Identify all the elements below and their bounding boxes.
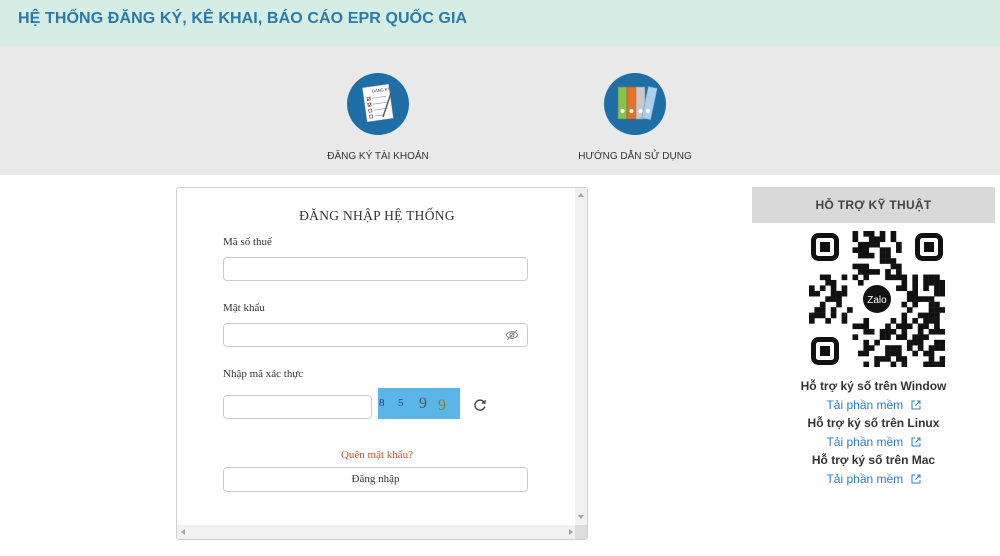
scrollbar-corner [575,525,587,539]
download-linux-link[interactable]: Tải phần mềm [752,435,995,449]
captcha-image: 8 5 9 9 [378,388,460,419]
captcha-digit: 9 [438,397,446,414]
scroll-left-icon[interactable] [181,529,185,535]
horizontal-scrollbar[interactable] [177,525,577,539]
captcha-input[interactable] [223,395,372,419]
support-windows-title: Hỗ trợ ký số trên Window [800,379,947,393]
forgot-password-link[interactable]: Quên mật khẩu? [177,449,577,461]
technical-support-panel: HỖ TRỢ KỸ THUẬT Zalo Hỗ trợ ký số trên W… [752,187,995,486]
captcha-digit: 8 [379,397,385,409]
tax-code-input[interactable] [223,257,528,281]
user-guide-label[interactable]: HƯỚNG DẪN SỬ DỤNG [535,151,735,162]
download-windows-label[interactable]: Tải phần mềm [826,398,903,412]
register-account-label[interactable]: ĐĂNG KÝ TÀI KHOẢN [278,151,478,162]
external-link-icon[interactable] [911,437,921,447]
download-mac-link[interactable]: Tải phần mềm [752,472,995,486]
captcha-label: Nhập mã xác thực [223,368,304,380]
captcha-digit: 9 [419,395,427,412]
registration-form-icon[interactable]: ĐĂNG KÝ [347,73,409,135]
captcha-digit: 5 [398,397,404,409]
eye-slash-icon[interactable] [505,329,519,341]
external-link-icon[interactable] [911,400,921,410]
support-linux-title: Hỗ trợ ký số trên Linux [807,416,940,430]
zalo-qr-code: Zalo [809,231,945,367]
binders-icon[interactable] [604,73,666,135]
top-header-bar: HỆ THỐNG ĐĂNG KÝ, KÊ KHAI, BÁO CÁO EPR Q… [0,0,1000,46]
refresh-captcha-icon[interactable] [473,398,487,412]
external-link-icon[interactable] [911,474,921,484]
download-windows-link[interactable]: Tải phần mềm [752,398,995,412]
scroll-up-icon[interactable] [578,193,584,197]
zalo-logo-text: Zalo [867,295,887,306]
password-input[interactable] [223,323,528,347]
download-linux-label[interactable]: Tải phần mềm [826,435,903,449]
login-heading: ĐĂNG NHẬP HỆ THỐNG [299,208,455,223]
support-mac-title: Hỗ trợ ký số trên Mac [811,453,936,467]
password-label: Mật khẩu [223,302,265,314]
login-panel: ĐĂNG NHẬP HỆ THỐNG Mã số thuế Mật khẩu N… [176,187,588,540]
scroll-right-icon[interactable] [569,529,573,535]
register-account-link[interactable]: ĐĂNG KÝ ĐĂNG KÝ TÀI KHOẢN [278,73,478,162]
support-heading: HỖ TRỢ KỸ THUẬT [752,187,995,223]
user-guide-link[interactable]: HƯỚNG DẪN SỬ DỤNG [535,73,735,162]
login-button[interactable]: Đăng nhập [223,467,528,492]
system-title: HỆ THỐNG ĐĂNG KÝ, KÊ KHAI, BÁO CÁO EPR Q… [18,10,468,27]
scroll-down-icon[interactable] [578,515,584,519]
tax-code-label: Mã số thuế [223,236,272,248]
download-mac-label[interactable]: Tải phần mềm [826,472,903,486]
vertical-scrollbar[interactable] [575,188,587,525]
hero-shortcuts: ĐĂNG KÝ ĐĂNG KÝ TÀI KHOẢN HƯỚNG DẪN SỬ D… [0,46,1000,175]
